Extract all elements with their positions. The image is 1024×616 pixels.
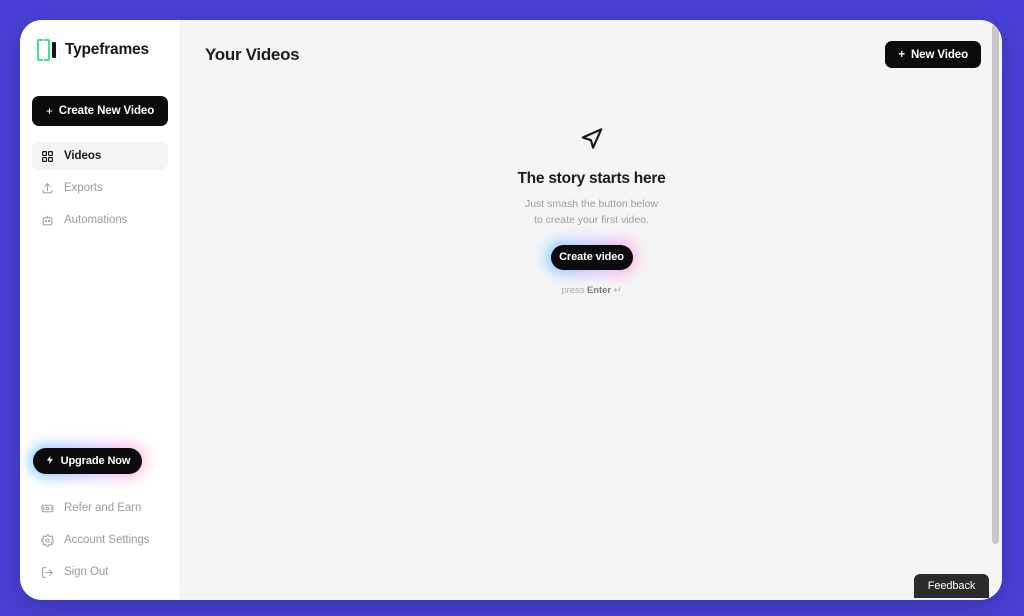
new-video-button[interactable]: + New Video [885,41,981,68]
empty-state-title: The story starts here [517,170,666,187]
grid-icon [40,149,54,163]
plus-icon: + [45,103,53,118]
sidebar-item-videos[interactable]: Videos [32,142,168,170]
topbar: Your Videos + New Video [181,20,1002,89]
sidebar-item-refer-and-earn-label: Refer and Earn [64,502,142,514]
app-window: Typeframes + Create New Video Videos Exp… [20,20,1002,600]
create-video-button[interactable]: Create video [550,244,633,270]
lightning-bolt-icon [45,455,55,468]
sidebar-nav: Videos Exports Automations [32,142,168,234]
empty-state-subtitle: Just smash the button below to create yo… [525,196,658,229]
hint-key: Enter [587,284,612,296]
upgrade-now-container: Upgrade Now [29,444,146,478]
press-enter-hint: press Enter ↵ [561,285,621,296]
sidebar-item-automations-label: Automations [64,214,128,226]
upload-icon [40,181,54,195]
scrollbar-thumb[interactable] [992,24,999,544]
banknote-icon [40,501,54,515]
scrollbar-track[interactable] [992,22,999,598]
sidebar-item-refer-and-earn[interactable]: Refer and Earn [32,494,168,522]
create-video-container: Create video [545,239,638,275]
sidebar-item-account-settings-label: Account Settings [64,534,150,546]
page-title: Your Videos [205,44,300,64]
navigation-arrow-icon [579,125,605,156]
create-new-video-button[interactable]: + Create New Video [32,96,168,126]
sidebar: Typeframes + Create New Video Videos Exp… [20,20,181,600]
sidebar-item-account-settings[interactable]: Account Settings [32,526,168,554]
upgrade-now-label: Upgrade Now [60,455,131,467]
sidebar-item-sign-out[interactable]: Sign Out [32,558,168,586]
robot-icon [40,213,54,227]
plus-icon: + [898,48,905,61]
typeframes-brackets-logo-icon [37,39,57,61]
new-video-label: New Video [910,48,968,61]
create-new-video-label: Create New Video [58,105,155,117]
upgrade-now-button[interactable]: Upgrade Now [33,448,142,474]
main-content: Your Videos + New Video The story starts… [181,20,1002,600]
hint-suffix: ↵ [611,284,622,296]
sidebar-item-automations[interactable]: Automations [32,206,168,234]
sidebar-item-exports[interactable]: Exports [32,174,168,202]
sidebar-item-sign-out-label: Sign Out [64,566,109,578]
brand-name: Typeframes [65,41,149,58]
hint-prefix: press [561,284,588,296]
sidebar-item-videos-label: Videos [64,150,102,162]
feedback-button[interactable]: Feedback [914,574,989,598]
logout-icon [40,565,54,579]
empty-state: The story starts here Just smash the but… [181,89,1002,600]
brand: Typeframes [32,24,168,76]
sidebar-bottom: Upgrade Now Refer and Earn Account Setti… [29,444,168,600]
gear-icon [40,533,54,547]
empty-state-subtitle-line1: Just smash the button below [524,198,659,210]
sidebar-item-exports-label: Exports [64,182,103,194]
empty-state-subtitle-line2: to create your first video. [534,214,649,227]
